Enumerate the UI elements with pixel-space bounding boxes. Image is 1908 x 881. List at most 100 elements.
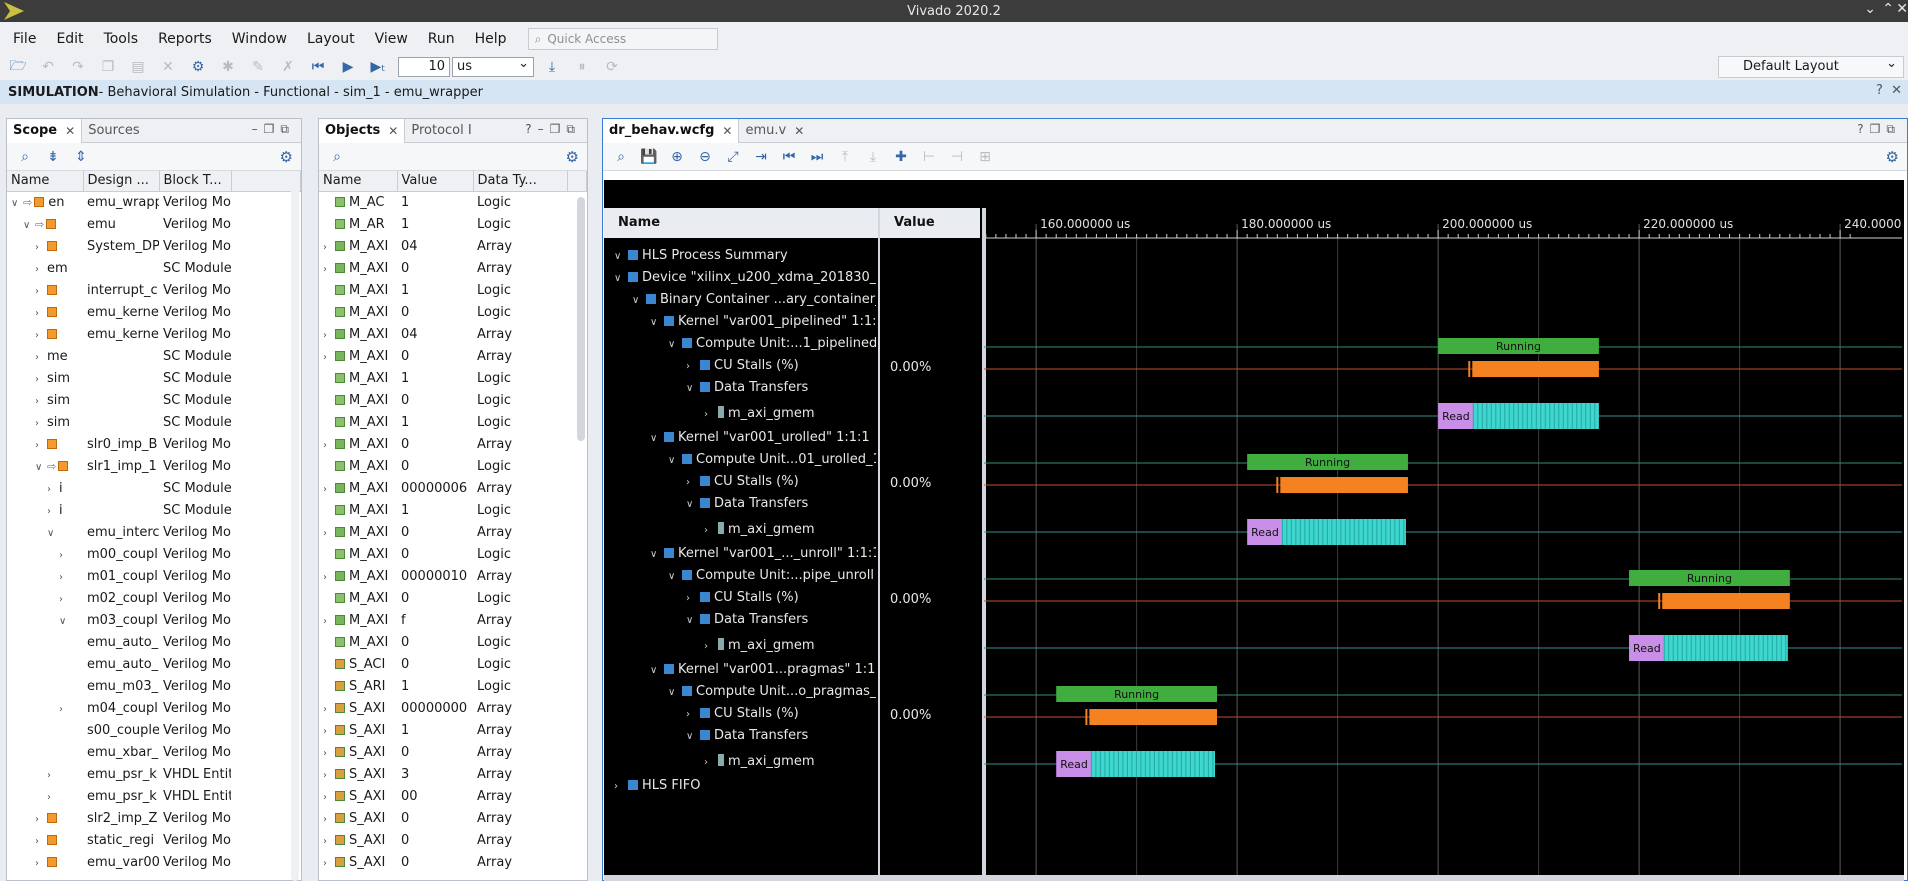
col-name[interactable]: Name bbox=[319, 171, 398, 192]
wave-tree-row[interactable]: › m_axi_gmem bbox=[704, 406, 876, 428]
table-row[interactable]: › m01_coupl Verilog Mo bbox=[7, 565, 301, 587]
table-row[interactable]: M_AXI 0 Logic bbox=[319, 587, 587, 609]
collapse-icon[interactable]: ∨ bbox=[686, 615, 700, 626]
table-row[interactable]: › emu_var00 Verilog Mo bbox=[7, 851, 301, 873]
expand-icon[interactable]: › bbox=[35, 440, 47, 451]
table-row[interactable]: › emu_psr_k VHDL Entit bbox=[7, 785, 301, 807]
table-row[interactable]: › M_AXI 00000006 Array bbox=[319, 477, 587, 499]
table-row[interactable]: M_AXI 1 Logic bbox=[319, 279, 587, 301]
paste-icon[interactable]: ▤ bbox=[126, 56, 150, 78]
table-row[interactable]: › M_AXI 04 Array bbox=[319, 235, 587, 257]
expand-icon[interactable]: › bbox=[323, 330, 335, 341]
quick-access-search[interactable]: ⌕ Quick Access bbox=[527, 28, 718, 50]
waveform-canvas[interactable]: 160.000000 us 180.000000 us 200.000000 us 2… bbox=[984, 180, 1902, 881]
expand-icon[interactable]: › bbox=[614, 781, 628, 792]
table-row[interactable]: › i SC Module bbox=[7, 477, 301, 499]
table-row[interactable]: ∨ ⇨ en emu_wrapp Verilog Mo bbox=[7, 191, 301, 213]
col-value[interactable]: Value bbox=[397, 171, 474, 192]
collapse-icon[interactable]: ∨ bbox=[47, 528, 59, 539]
wave-tree-row[interactable]: ∨ Compute Unit...o_pragmas_ bbox=[668, 684, 876, 706]
table-row[interactable]: › m00_coupl Verilog Mo bbox=[7, 543, 301, 565]
col-design-unit[interactable]: Design ... bbox=[83, 171, 160, 192]
expand-icon[interactable]: › bbox=[35, 374, 47, 385]
expand-icon[interactable]: › bbox=[323, 572, 335, 583]
wave-tree-row[interactable]: ∨ Kernel "var001_..._unroll" 1:1:1 bbox=[650, 546, 876, 568]
tab-protocol[interactable]: Protocol I bbox=[405, 119, 477, 143]
table-row[interactable]: › emu_psr_k VHDL Entit bbox=[7, 763, 301, 785]
expand-icon[interactable]: › bbox=[323, 836, 335, 847]
menu-file[interactable]: File bbox=[6, 31, 43, 47]
table-row[interactable]: M_AXI 0 Logic bbox=[319, 455, 587, 477]
expand-icon[interactable]: › bbox=[686, 477, 700, 488]
stall-bar[interactable] bbox=[1280, 477, 1408, 493]
table-row[interactable]: emu_m03_ Verilog Mo bbox=[7, 675, 301, 697]
table-row[interactable]: › emu_kerne Verilog Mo bbox=[7, 301, 301, 323]
open-project-icon[interactable]: 🗁 bbox=[6, 56, 30, 78]
zoom-out-icon[interactable]: ⊖ bbox=[695, 149, 715, 165]
collapse-icon[interactable]: ∨ bbox=[632, 295, 646, 306]
expand-icon[interactable]: › bbox=[323, 528, 335, 539]
tab-objects[interactable]: Objects ✕ bbox=[319, 118, 406, 143]
wave-tree-row[interactable]: › HLS FIFO bbox=[614, 778, 876, 800]
tab-scope[interactable]: Scope ✕ bbox=[7, 118, 83, 143]
expand-icon[interactable]: › bbox=[35, 308, 47, 319]
close-tab-icon[interactable]: ✕ bbox=[65, 124, 75, 138]
collapse-icon[interactable]: ∨ bbox=[59, 616, 71, 627]
expand-icon[interactable]: › bbox=[323, 484, 335, 495]
swap-cursors-icon[interactable]: ⊞ bbox=[975, 149, 995, 165]
next-marker-icon[interactable]: ⊣ bbox=[947, 149, 967, 165]
search-icon[interactable]: ⌕ bbox=[611, 149, 631, 165]
table-row[interactable]: S_ARI 1 Logic bbox=[319, 675, 587, 697]
collapse-icon[interactable]: ∨ bbox=[11, 198, 23, 209]
read-data-burst[interactable] bbox=[1091, 751, 1215, 777]
scope-scrollbar[interactable] bbox=[291, 175, 299, 881]
wave-values-header[interactable]: Value bbox=[880, 208, 980, 238]
zoom-in-icon[interactable]: ⊕ bbox=[667, 149, 687, 165]
expand-icon[interactable]: › bbox=[35, 330, 47, 341]
expand-icon[interactable]: › bbox=[59, 594, 71, 605]
expand-icon[interactable]: › bbox=[35, 418, 47, 429]
table-row[interactable]: › S_AXI 0 Array bbox=[319, 829, 587, 851]
close-tab-icon[interactable]: ✕ bbox=[722, 124, 732, 138]
menu-run[interactable]: Run bbox=[421, 31, 462, 47]
table-row[interactable]: ∨ ⇨ slr1_imp_1 Verilog Mo bbox=[7, 455, 301, 477]
expand-icon[interactable]: › bbox=[686, 593, 700, 604]
table-row[interactable]: › M_AXI 0 Array bbox=[319, 257, 587, 279]
collapse-icon[interactable]: ∨ bbox=[686, 499, 700, 510]
go-to-start-icon[interactable]: ⏮ bbox=[779, 149, 799, 165]
restart-icon[interactable]: ⏮ bbox=[306, 56, 330, 78]
collapse-icon[interactable]: ∨ bbox=[668, 687, 682, 698]
expand-icon[interactable]: › bbox=[323, 616, 335, 627]
menu-tools[interactable]: Tools bbox=[97, 31, 146, 47]
table-row[interactable]: › S_AXI 00000000 Array bbox=[319, 697, 587, 719]
panel-window-controls[interactable]: ?❐⧉ bbox=[1857, 122, 1901, 137]
wave-tree-row[interactable]: ∨ Device "xilinx_u200_xdma_201830_2-0 bbox=[614, 270, 876, 292]
wave-tree-row[interactable]: ∨ Kernel "var001_pipelined" 1:1:1 bbox=[650, 314, 876, 336]
save-icon[interactable]: 💾 bbox=[639, 149, 659, 165]
table-row[interactable]: › me SC Module bbox=[7, 345, 301, 367]
goto-cursor-icon[interactable]: ⇥ bbox=[751, 149, 771, 165]
table-row[interactable]: › emu_kerne Verilog Mo bbox=[7, 323, 301, 345]
menu-layout[interactable]: Layout bbox=[300, 31, 362, 47]
wave-tree-row[interactable]: ∨ HLS Process Summary bbox=[614, 248, 876, 270]
table-row[interactable]: M_AXI 0 Logic bbox=[319, 543, 587, 565]
table-row[interactable]: › sim SC Module bbox=[7, 389, 301, 411]
table-row[interactable]: › interrupt_c Verilog Mo bbox=[7, 279, 301, 301]
expand-icon[interactable]: › bbox=[704, 409, 718, 420]
edit-icon[interactable]: ✎ bbox=[246, 56, 270, 78]
minimize-icon[interactable]: ⌄ bbox=[1864, 1, 1876, 17]
collapse-icon[interactable]: ∨ bbox=[650, 317, 664, 328]
menu-view[interactable]: View bbox=[368, 31, 415, 47]
expand-icon[interactable]: › bbox=[59, 550, 71, 561]
expand-icon[interactable]: › bbox=[323, 242, 335, 253]
close-tab-icon[interactable]: ✕ bbox=[388, 124, 398, 138]
expand-icon[interactable]: › bbox=[323, 814, 335, 825]
wave-tree-row[interactable]: › m_axi_gmem bbox=[704, 638, 876, 660]
waveform-hscrollbar[interactable] bbox=[604, 875, 1904, 881]
menu-window[interactable]: Window bbox=[225, 31, 294, 47]
wave-tree-row[interactable]: ∨ Compute Unit...01_urolled_1 bbox=[668, 452, 876, 474]
run-all-icon[interactable]: ▶ bbox=[336, 56, 360, 78]
expand-icon[interactable]: › bbox=[35, 286, 47, 297]
table-row[interactable]: M_AXI 0 Logic bbox=[319, 301, 587, 323]
expand-icon[interactable]: › bbox=[686, 709, 700, 720]
